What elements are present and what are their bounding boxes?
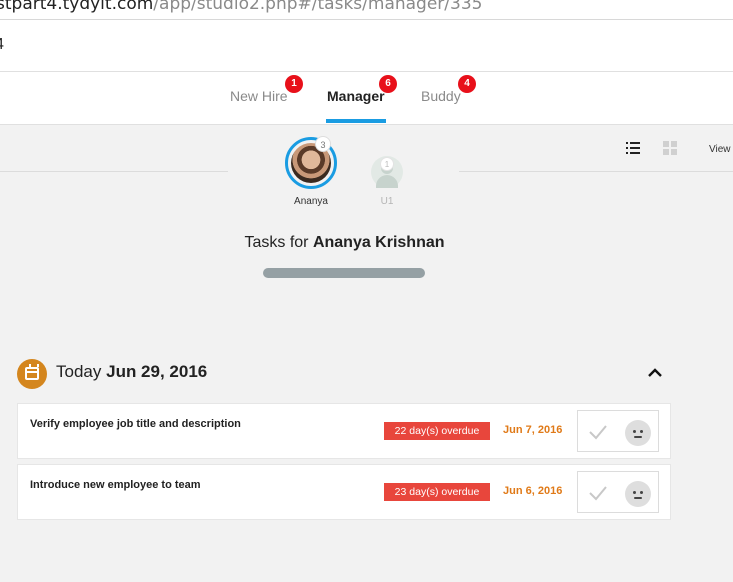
app-header: 4 (0, 20, 733, 72)
tasks-heading-name: Ananya Krishnan (312, 234, 445, 251)
due-date: Jun 7, 2016 (503, 424, 563, 436)
face-icon[interactable] (625, 481, 651, 507)
list-icon[interactable] (626, 141, 640, 155)
view-label[interactable]: View (709, 144, 731, 155)
assignee-u1-name: U1 (380, 196, 394, 207)
divider-right (459, 171, 733, 172)
tab-new-hire[interactable]: New Hire (230, 88, 288, 104)
tasks-heading: Tasks for Ananya Krishnan (0, 234, 689, 252)
calendar-icon (17, 359, 47, 389)
task-card[interactable]: Introduce new employee to team 23 day(s)… (17, 464, 671, 520)
progress-bar (263, 268, 425, 278)
check-icon[interactable] (588, 423, 608, 441)
overdue-badge: 22 day(s) overdue (384, 422, 490, 440)
tab-manager-label: Manager (327, 88, 385, 104)
role-tabs: New Hire 1 Manager 6 Buddy 4 (0, 72, 733, 125)
tab-buddy[interactable]: Buddy (421, 88, 461, 104)
header-title: 4 (0, 36, 4, 54)
url-host: stpart4.tydyit.com (0, 0, 154, 14)
tab-new-hire-label: New Hire (230, 88, 288, 104)
tab-manager-badge: 6 (379, 75, 397, 93)
assignee-ananya-name: Ananya (294, 196, 328, 207)
section-date: Jun 29, 2016 (106, 362, 208, 381)
tab-buddy-label: Buddy (421, 88, 461, 104)
overdue-badge: 23 day(s) overdue (384, 483, 490, 501)
section-prefix: Today (56, 362, 102, 381)
tab-new-hire-badge: 1 (285, 75, 303, 93)
face-icon[interactable] (625, 420, 651, 446)
tasks-heading-prefix: Tasks for (244, 234, 309, 251)
tab-buddy-badge: 4 (458, 75, 476, 93)
browser-url-bar[interactable]: stpart4.tydyit.com/app/studio2.php#/task… (0, 0, 733, 20)
due-date: Jun 6, 2016 (503, 485, 563, 497)
assignee-ananya-count: 3 (315, 136, 331, 152)
user-placeholder-body (376, 175, 398, 188)
task-title: Verify employee job title and descriptio… (30, 418, 241, 430)
active-tab-indicator (326, 119, 386, 123)
tab-manager[interactable]: Manager (326, 88, 386, 123)
section-title: Today Jun 29, 2016 (56, 362, 207, 382)
divider-left (0, 171, 228, 172)
url-text: stpart4.tydyit.com/app/studio2.php#/task… (0, 0, 482, 14)
assignee-u1-count: 1 (380, 157, 394, 171)
task-title: Introduce new employee to team (30, 479, 201, 491)
task-card[interactable]: Verify employee job title and descriptio… (17, 403, 671, 459)
task-actions (577, 410, 659, 452)
task-actions (577, 471, 659, 513)
chevron-up-icon[interactable] (648, 368, 662, 378)
check-icon[interactable] (588, 484, 608, 502)
grid-icon[interactable] (663, 141, 677, 155)
url-path: /app/studio2.php#/tasks/manager/335 (153, 0, 483, 14)
